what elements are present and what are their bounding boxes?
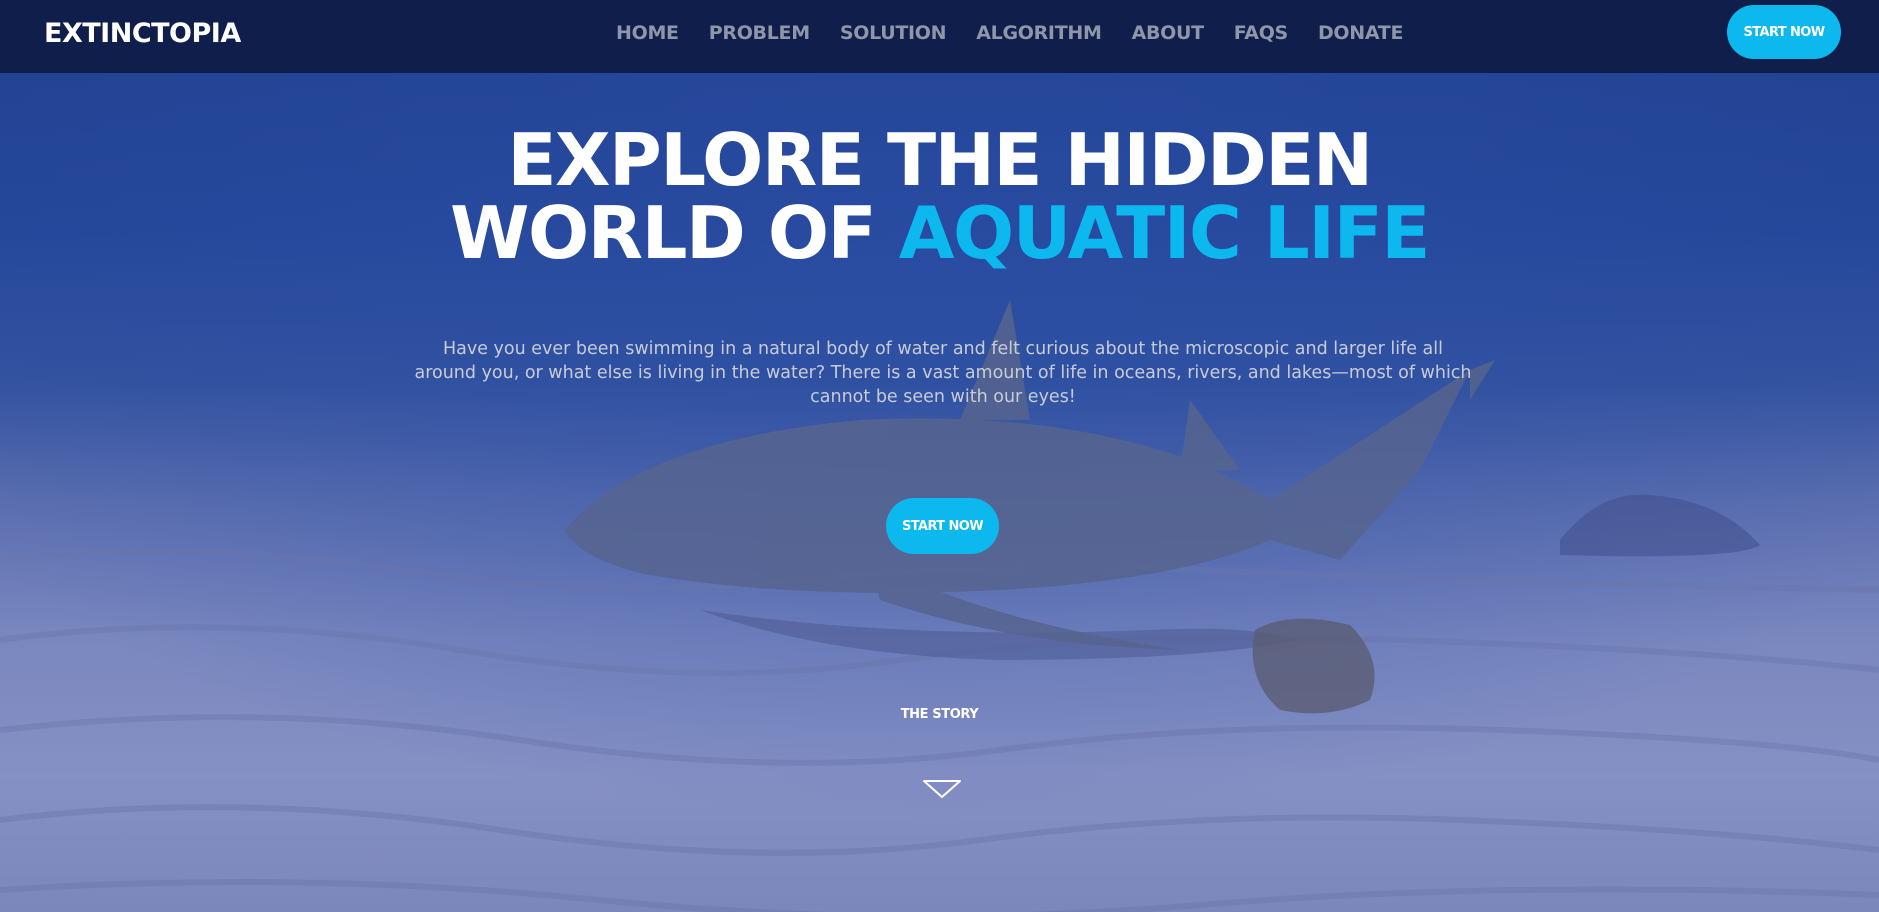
nav-link-solution[interactable]: SOLUTION: [840, 22, 947, 44]
hero-title: EXPLORE THE HIDDEN WORLD OF AQUATIC LIFE: [0, 124, 1879, 270]
hero-subtitle: Have you ever been swimming in a natural…: [414, 339, 1472, 407]
nav-link-faqs[interactable]: FAQS: [1234, 22, 1288, 44]
page: EXTINCTOPIA HOME PROBLEM SOLUTION ALGORI…: [0, 0, 1879, 912]
chevron-down-icon[interactable]: [922, 779, 962, 799]
the-story-label[interactable]: THE STORY: [0, 707, 1879, 722]
hero-title-line2: WORLD OF: [450, 191, 877, 275]
nav-start-now-button[interactable]: START NOW: [1727, 5, 1841, 59]
nav-link-algorithm[interactable]: ALGORITHM: [976, 22, 1102, 44]
nav-link-about[interactable]: ABOUT: [1132, 22, 1205, 44]
hero-title-line1: EXPLORE THE HIDDEN: [507, 118, 1373, 202]
top-navbar: EXTINCTOPIA HOME PROBLEM SOLUTION ALGORI…: [0, 0, 1879, 73]
nav-links: HOME PROBLEM SOLUTION ALGORITHM ABOUT FA…: [616, 22, 1403, 44]
hero-title-accent: AQUATIC LIFE: [898, 191, 1431, 275]
hero-start-now-button[interactable]: START NOW: [886, 498, 999, 554]
nav-link-donate[interactable]: DONATE: [1318, 22, 1404, 44]
nav-link-home[interactable]: HOME: [616, 22, 679, 44]
brand-logo[interactable]: EXTINCTOPIA: [44, 18, 241, 49]
nav-link-problem[interactable]: PROBLEM: [709, 22, 810, 44]
